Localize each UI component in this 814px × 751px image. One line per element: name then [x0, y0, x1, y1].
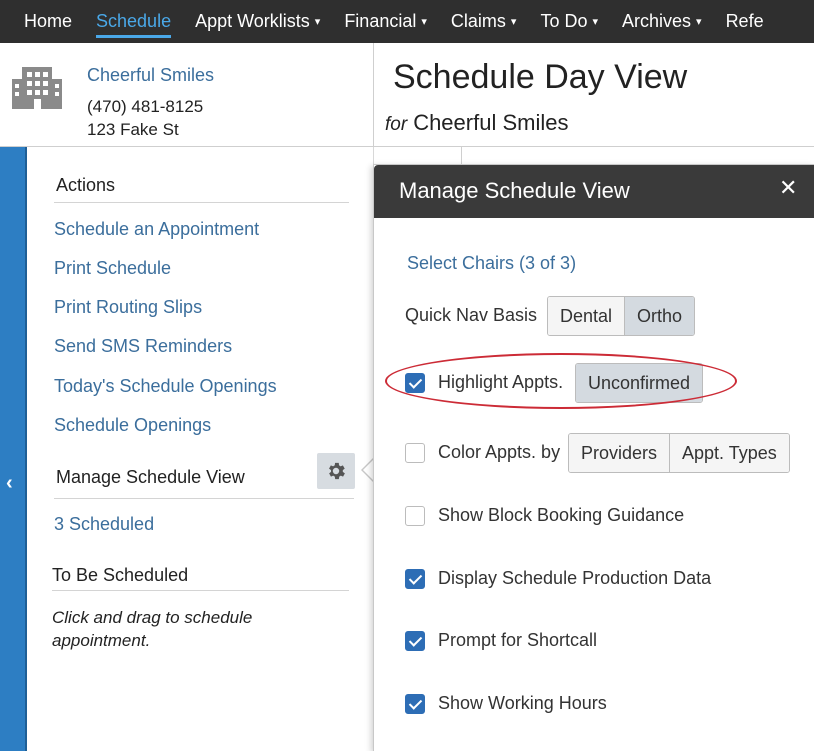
- manage-schedule-view-heading: Manage Schedule View: [56, 467, 245, 487]
- nav-label: Archives: [622, 11, 692, 31]
- nav-item-to-do[interactable]: To Do ▾: [528, 0, 610, 43]
- send-sms-reminders-link[interactable]: Send SMS Reminders: [54, 336, 232, 357]
- highlight-appts-label: Highlight Appts.: [438, 372, 564, 392]
- schedule-appointment-link[interactable]: Schedule an Appointment: [54, 219, 259, 240]
- popover-header: Manage Schedule View ✕: [374, 165, 814, 218]
- block-booking-label: Show Block Booking Guidance: [438, 505, 685, 525]
- prompt-shortcall-label: Prompt for Shortcall: [438, 630, 598, 650]
- todays-schedule-openings-link[interactable]: Today's Schedule Openings: [54, 376, 277, 397]
- nav-label: Claims: [450, 11, 506, 31]
- quick-nav-basis-toggle: Dental Ortho: [547, 296, 696, 336]
- highlight-appts-checkbox[interactable]: [405, 373, 425, 393]
- caret-down-icon: ▾: [314, 16, 321, 28]
- practice-phone: (470) 481-8125: [87, 97, 204, 116]
- block-booking-checkbox[interactable]: [405, 506, 425, 526]
- divider: [52, 590, 349, 591]
- practice-info: Cheerful Smiles (470) 481-8125 123 Fake …: [0, 43, 374, 147]
- select-chairs-link[interactable]: Select Chairs (3 of 3): [407, 253, 576, 274]
- caret-down-icon: ▾: [421, 16, 427, 28]
- divider: [54, 202, 349, 203]
- chevron-left-icon: ‹: [6, 472, 13, 494]
- prompt-shortcall-checkbox[interactable]: [405, 631, 425, 651]
- page-title: Schedule Day View: [393, 58, 688, 96]
- color-appts-toggle: Providers Appt. Types: [568, 433, 790, 473]
- manage-schedule-view-popover: Manage Schedule View ✕ Select Chairs (3 …: [373, 164, 814, 751]
- sidebar: Actions Schedule an Appointment Print Sc…: [27, 147, 374, 751]
- nav-item-claims[interactable]: Claims ▾: [439, 0, 529, 43]
- working-hours-label: Show Working Hours: [438, 693, 607, 713]
- color-by-providers-button[interactable]: Providers: [569, 434, 671, 472]
- nav-label: Home: [24, 11, 73, 31]
- print-routing-slips-link[interactable]: Print Routing Slips: [54, 297, 202, 318]
- color-by-appt-types-button[interactable]: Appt. Types: [670, 434, 789, 472]
- to-be-scheduled-note: Click and drag to schedule appointment.: [52, 608, 253, 650]
- to-be-scheduled-heading: To Be Scheduled: [52, 565, 189, 585]
- quick-nav-dental-button[interactable]: Dental: [548, 297, 626, 335]
- nav-label: Appt Worklists: [195, 11, 310, 31]
- nav-item-appt-worklists[interactable]: Appt Worklists ▾: [183, 0, 332, 43]
- caret-down-icon: ▾: [510, 16, 517, 28]
- highlight-option-group: Unconfirmed: [575, 363, 704, 403]
- scheduled-count-link[interactable]: 3 Scheduled: [54, 514, 154, 535]
- caret-down-icon: ▾: [592, 16, 598, 28]
- working-hours-checkbox[interactable]: [405, 694, 425, 714]
- highlight-unconfirmed-button[interactable]: Unconfirmed: [576, 364, 703, 402]
- popover-title: Manage Schedule View: [399, 178, 630, 203]
- building-icon: [12, 67, 62, 109]
- color-appts-label: Color Appts. by: [438, 442, 561, 462]
- nav-item-schedule[interactable]: Schedule: [84, 0, 183, 43]
- top-nav: Home Schedule Appt Worklists ▾ Financial ▾…: [0, 0, 814, 43]
- subtitle-practice-name: Cheerful Smiles: [413, 110, 569, 135]
- sidebar-collapse-bar[interactable]: ‹: [0, 147, 27, 751]
- schedule-openings-link[interactable]: Schedule Openings: [54, 415, 211, 436]
- nav-item-referrals[interactable]: Refe: [714, 0, 776, 43]
- quick-nav-basis-label: Quick Nav Basis: [405, 305, 538, 325]
- nav-item-home[interactable]: Home: [0, 0, 84, 43]
- practice-address: 123 Fake St: [87, 120, 179, 139]
- production-data-label: Display Schedule Production Data: [438, 568, 712, 588]
- actions-heading: Actions: [56, 175, 116, 195]
- for-label: for: [385, 114, 408, 135]
- divider: [54, 498, 354, 499]
- nav-item-financial[interactable]: Financial ▾: [332, 0, 439, 43]
- quick-nav-ortho-button[interactable]: Ortho: [625, 297, 695, 335]
- print-schedule-link[interactable]: Print Schedule: [54, 258, 171, 279]
- page-subtitle: for Cheerful Smiles: [385, 110, 568, 136]
- close-icon[interactable]: ✕: [779, 175, 797, 201]
- practice-name-link[interactable]: Cheerful Smiles: [87, 65, 214, 86]
- nav-label: Schedule: [96, 11, 172, 31]
- nav-label: Refe: [725, 11, 764, 31]
- production-data-checkbox[interactable]: [405, 569, 425, 589]
- nav-label: To Do: [540, 11, 588, 31]
- nav-label: Financial: [344, 11, 417, 31]
- gear-icon: [329, 462, 345, 480]
- nav-item-archives[interactable]: Archives ▾: [610, 0, 714, 43]
- color-appts-checkbox[interactable]: [405, 443, 425, 463]
- caret-down-icon: ▾: [696, 16, 702, 28]
- manage-schedule-view-gear-button[interactable]: [317, 453, 355, 489]
- page-header: Schedule Day View for Cheerful Smiles: [374, 43, 814, 147]
